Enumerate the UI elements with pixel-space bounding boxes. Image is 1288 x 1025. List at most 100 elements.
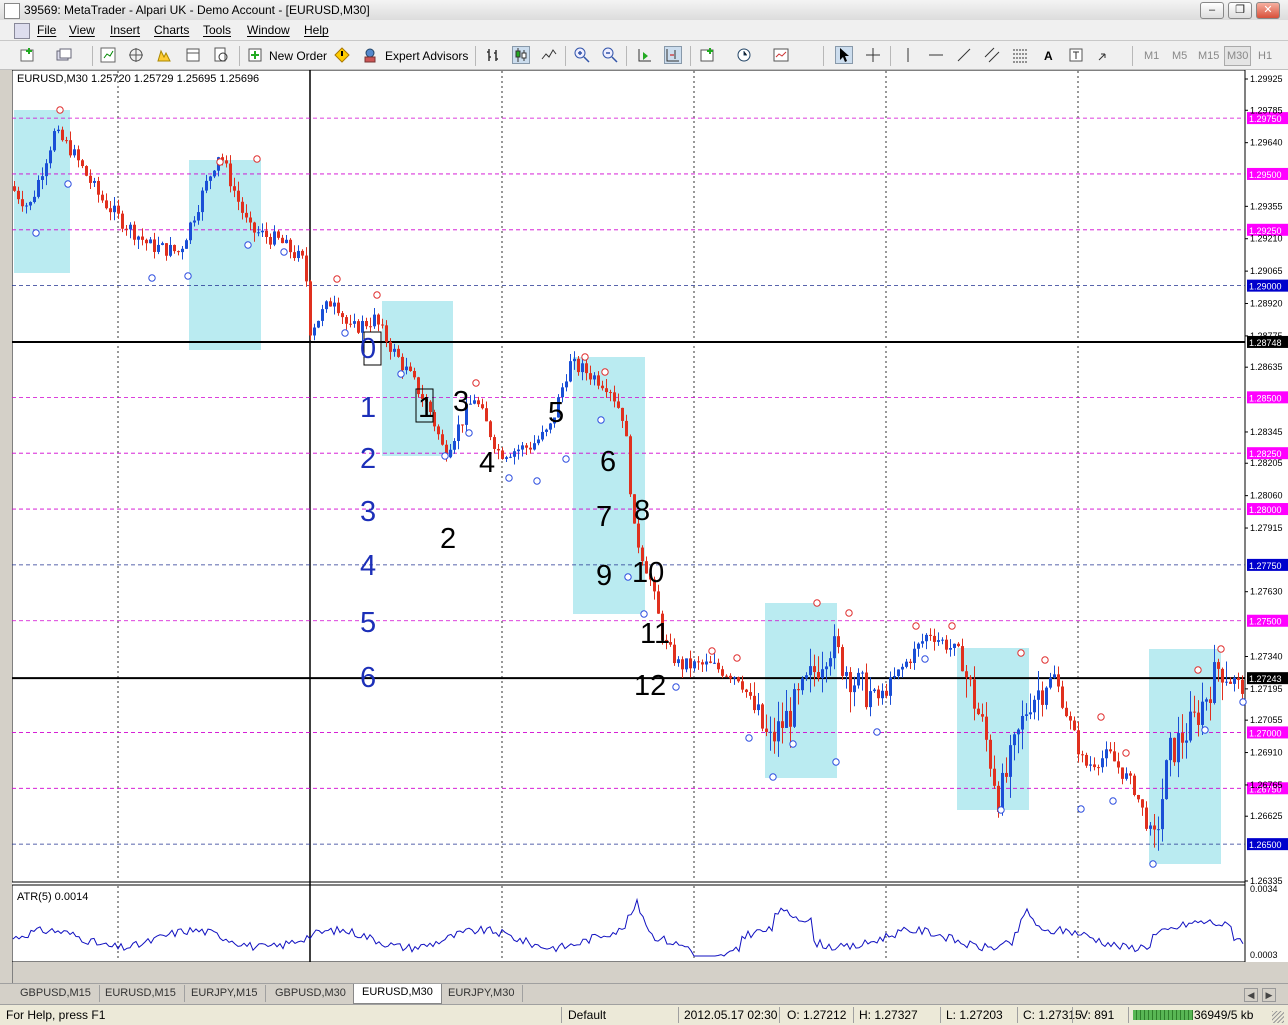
menu-window[interactable]: Window: [247, 23, 290, 37]
new-chart-icon[interactable]: [20, 47, 36, 63]
candle-body: [1177, 733, 1180, 763]
timeframe-h1[interactable]: H1: [1257, 46, 1273, 66]
candle-body: [105, 200, 108, 209]
tab-scroll-left-icon[interactable]: ◀: [1244, 988, 1258, 1002]
candlesticks-icon[interactable]: [512, 46, 530, 64]
fractal-marker: [253, 155, 261, 163]
menu-tools[interactable]: Tools: [203, 23, 231, 37]
price-scale-label: 1.28060: [1250, 491, 1283, 501]
equidistant-channel-icon[interactable]: [984, 47, 1000, 63]
candle-body: [1201, 701, 1204, 725]
line-chart-icon[interactable]: [541, 47, 557, 63]
candle-body: [33, 196, 36, 203]
candle-body: [1061, 686, 1064, 708]
text-tool[interactable]: A: [1043, 46, 1054, 66]
candle-body: [109, 208, 112, 213]
candle-body: [1149, 825, 1152, 829]
chart-canvas[interactable]: 1.297501.295001.292501.290001.287481.285…: [12, 70, 1288, 962]
menu-charts[interactable]: Charts: [154, 23, 189, 37]
timeframe-m5[interactable]: M5: [1171, 46, 1188, 66]
candle-body: [325, 301, 328, 310]
templates-icon[interactable]: [773, 47, 789, 63]
app-icon: [4, 3, 20, 19]
navigator-icon[interactable]: [156, 47, 172, 63]
menu-help[interactable]: Help: [304, 23, 329, 37]
candle-body: [921, 641, 924, 644]
indicators-icon[interactable]: [700, 47, 716, 63]
text-label-icon[interactable]: [1068, 47, 1084, 63]
close-button[interactable]: ✕: [1256, 2, 1280, 19]
wave-count-number: 6: [600, 446, 616, 478]
candle-body: [1189, 711, 1192, 741]
candle-body: [1001, 772, 1004, 812]
candle-body: [297, 250, 300, 259]
candle-body: [1213, 662, 1216, 703]
arrows-icon[interactable]: [1096, 47, 1112, 63]
crosshair-icon[interactable]: [865, 47, 881, 63]
strategy-tester-icon[interactable]: [213, 47, 229, 63]
data-window-icon[interactable]: [128, 47, 144, 63]
chart-shift-icon[interactable]: [664, 46, 682, 64]
fractal-marker: [1149, 860, 1157, 868]
horizontal-line-icon[interactable]: [928, 47, 944, 63]
fractal-marker: [1239, 698, 1247, 706]
candle-body: [897, 669, 900, 677]
metaeditor-icon[interactable]: [334, 47, 350, 63]
new-order-icon[interactable]: [247, 47, 263, 63]
level-tag-text: 1.28000: [1249, 505, 1282, 515]
price-scale-label: 1.28345: [1250, 427, 1283, 437]
trendline-icon[interactable]: [956, 47, 972, 63]
tab-eurusd-m30[interactable]: EURUSD,M30: [353, 984, 442, 1004]
candle-body: [637, 523, 640, 548]
tab-eurjpy-m15[interactable]: EURJPY,M15: [183, 985, 267, 1002]
tab-gbpusd-m30[interactable]: GBPUSD,M30: [267, 985, 355, 1002]
tab-eurusd-m15[interactable]: EURUSD,M15: [97, 985, 185, 1002]
menu-file[interactable]: File: [37, 23, 56, 37]
menu-insert[interactable]: Insert: [110, 23, 140, 37]
terminal-icon[interactable]: [185, 47, 201, 63]
candle-body: [877, 689, 880, 699]
tab-gbpusd-m15[interactable]: GBPUSD,M15: [12, 985, 100, 1002]
tab-eurjpy-m30[interactable]: EURJPY,M30: [440, 985, 524, 1002]
expert-advisors-icon[interactable]: [362, 47, 378, 63]
periods-icon[interactable]: [736, 47, 752, 63]
candle-body: [829, 658, 832, 667]
candle-body: [529, 447, 532, 450]
level-tag-text: 1.27750: [1249, 561, 1282, 571]
menu-view[interactable]: View: [69, 23, 95, 37]
tab-scroll-right-icon[interactable]: ▶: [1262, 988, 1276, 1002]
restore-button[interactable]: ❐: [1228, 2, 1252, 19]
candle-body: [49, 150, 52, 164]
vertical-line-icon[interactable]: [900, 47, 916, 63]
timeframe-m1[interactable]: M1: [1143, 46, 1160, 66]
candle-body: [501, 450, 504, 459]
candle-body: [169, 244, 172, 256]
cursor-icon[interactable]: [835, 46, 853, 64]
timeframe-m30[interactable]: M30: [1224, 46, 1252, 66]
expert-advisors-button[interactable]: Expert Advisors: [384, 46, 469, 66]
bar-chart-icon[interactable]: [485, 47, 501, 63]
candle-body: [785, 710, 788, 728]
timeframe-m15[interactable]: M15: [1197, 46, 1220, 66]
level-tag-text: 1.29500: [1249, 170, 1282, 180]
zoom-out-icon[interactable]: [602, 47, 618, 63]
chart-window[interactable]: 1.29750 1.29500 1.29250 1.29000 1.28748 1.285…: [12, 70, 1288, 962]
resize-grip-icon[interactable]: [1272, 1011, 1284, 1023]
candle-body: [701, 662, 704, 665]
candle-body: [89, 175, 92, 183]
minimize-button[interactable]: –: [1200, 2, 1224, 19]
profiles-icon[interactable]: [56, 47, 72, 63]
fibonacci-icon[interactable]: [1012, 47, 1028, 63]
auto-scroll-icon[interactable]: [637, 47, 653, 63]
candle-body: [657, 591, 660, 614]
candle-body: [989, 739, 992, 769]
price-scale-label: 1.29210: [1250, 234, 1283, 244]
fractal-marker: [997, 806, 1005, 814]
document-icon[interactable]: [14, 23, 30, 39]
candle-body: [1089, 764, 1092, 766]
fractal-marker: [948, 622, 956, 630]
market-watch-icon[interactable]: [100, 47, 116, 63]
new-order-button[interactable]: New Order: [268, 46, 328, 66]
candle-body: [861, 672, 864, 674]
zoom-in-icon[interactable]: [574, 47, 590, 63]
